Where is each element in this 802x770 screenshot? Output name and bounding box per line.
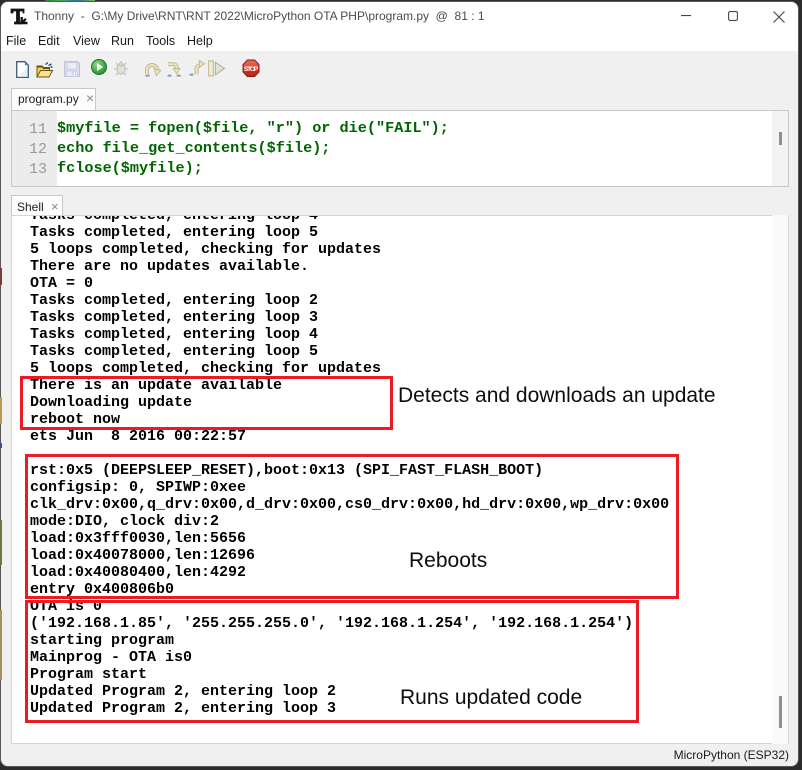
svg-text:STOP: STOP — [244, 66, 259, 73]
